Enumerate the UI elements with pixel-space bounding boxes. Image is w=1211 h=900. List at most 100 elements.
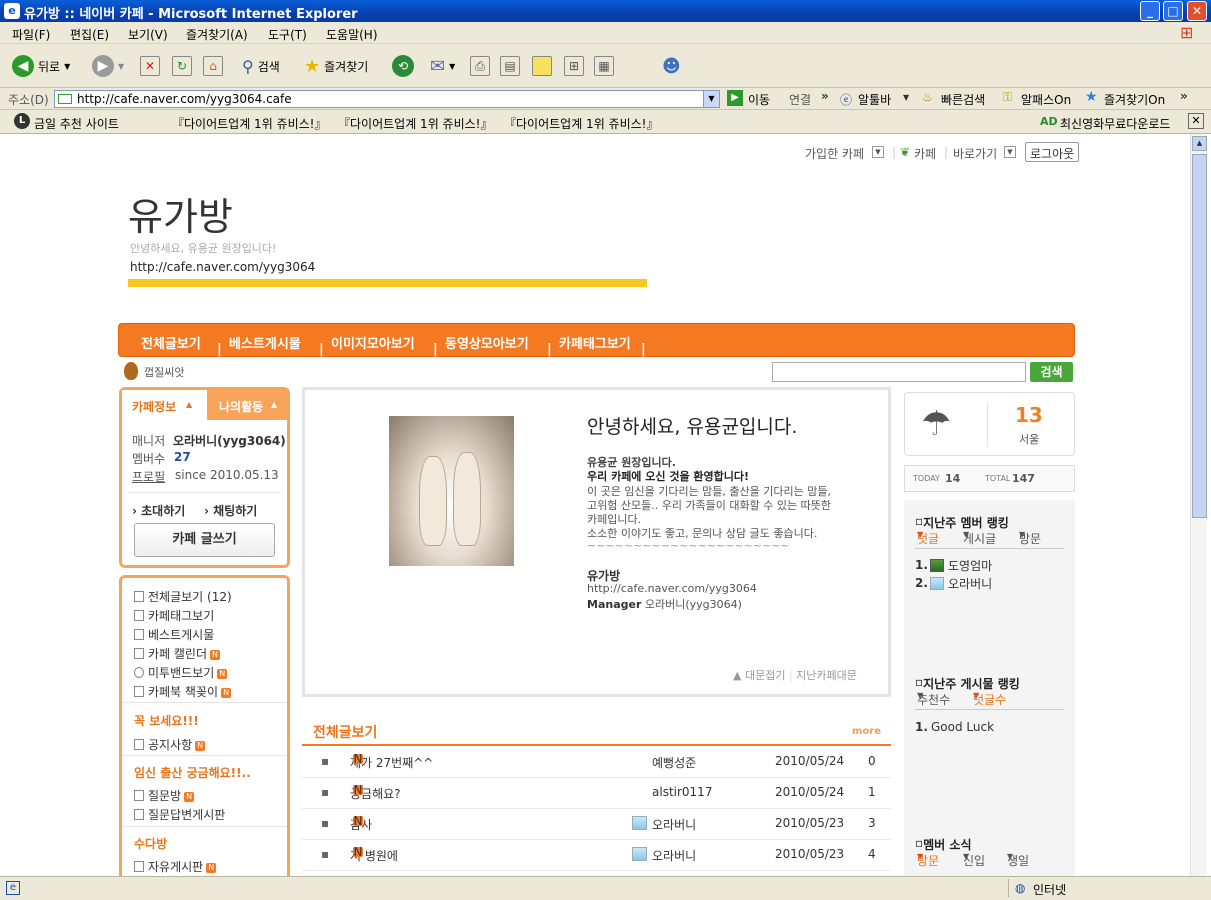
vertical-scrollbar[interactable]: ▲ xyxy=(1190,134,1207,876)
minimize-button[interactable]: _ xyxy=(1140,1,1160,21)
board-more-link[interactable]: more xyxy=(852,726,881,737)
tab-my-activity[interactable]: 나의활동 ▲ xyxy=(207,390,287,420)
menu-favorites[interactable]: 즐겨찾기(A) xyxy=(186,26,248,43)
ad-link-1[interactable]: 『다이어트업계 1위 쥬비스!』 xyxy=(172,115,326,132)
post-author[interactable]: alstir0117 xyxy=(652,785,712,799)
go-button[interactable]: 이동 xyxy=(748,91,770,108)
write-button[interactable]: 카페 글쓰기 xyxy=(134,523,275,557)
print-button[interactable]: ⎙ xyxy=(470,54,490,78)
research-button[interactable]: ▦ xyxy=(594,54,614,78)
links-label[interactable]: 연결 xyxy=(789,91,811,108)
forward-arrow-icon: ▶ xyxy=(92,55,114,77)
messenger-button[interactable]: ☻ xyxy=(662,54,681,78)
board-title[interactable]: 전체글보기 xyxy=(313,722,377,742)
quick-search-button[interactable]: 빠른검색 xyxy=(941,91,985,108)
ad-right-link[interactable]: 최신영화무료다운로드 xyxy=(1060,115,1170,132)
divider: | xyxy=(788,669,793,682)
logout-button[interactable]: 로그아웃 xyxy=(1025,142,1080,162)
nav-best[interactable]: 베스트게시물 xyxy=(229,333,301,352)
chevron-icon[interactable]: » xyxy=(821,89,829,103)
menu-tools[interactable]: 도구(T) xyxy=(268,26,307,43)
stop-button[interactable]: ✕ xyxy=(140,54,160,78)
cafe-url[interactable]: http://cafe.naver.com/yyg3064 xyxy=(130,260,315,274)
menu-link-question-room[interactable]: 질문방 N xyxy=(134,787,195,804)
fav-on-button[interactable]: 즐겨찾기On xyxy=(1104,91,1165,108)
menu-help[interactable]: 도움말(H) xyxy=(326,26,378,43)
past-intro-link[interactable]: 지난카페대문 xyxy=(796,669,857,682)
menu-link-qna[interactable]: 질문답변게시판 xyxy=(134,806,225,823)
menu-link-tags[interactable]: 카페태그보기 xyxy=(134,607,214,624)
menu-edit[interactable]: 편집(E) xyxy=(70,26,109,43)
menu-view[interactable]: 보기(V) xyxy=(128,26,168,43)
intro-cafe-url[interactable]: http://cafe.naver.com/yyg3064 xyxy=(587,582,757,595)
new-badge-icon: N xyxy=(217,669,228,679)
refresh-button[interactable]: ↻ xyxy=(172,54,192,78)
chat-link[interactable]: › 채팅하기 xyxy=(204,502,257,519)
profile-link[interactable]: 프로필 xyxy=(132,468,165,485)
new-badge-icon: N xyxy=(184,792,195,802)
close-button[interactable]: ✕ xyxy=(1187,1,1207,21)
mail-button[interactable]: ✉ ▼ xyxy=(430,54,455,78)
back-button[interactable]: ◀ 뒤로 ▼ xyxy=(12,54,70,78)
dropdown-icon[interactable]: ▼ xyxy=(872,146,884,158)
nav-images[interactable]: 이미지모아보기 xyxy=(331,333,415,352)
ad-link-2[interactable]: 『다이어트업계 1위 쥬비스!』 xyxy=(338,115,492,132)
cafe-search-button[interactable]: 검색 xyxy=(1030,362,1073,382)
ie-small-icon: ⓔ xyxy=(840,93,853,107)
alpass-button[interactable]: 알패스On xyxy=(1021,91,1071,108)
favorites-button[interactable]: ★ 즐겨찾기 xyxy=(304,54,368,78)
nav-tags[interactable]: 카페태그보기 xyxy=(559,333,631,352)
scroll-up-icon[interactable]: ▲ xyxy=(1192,136,1207,151)
close-icon[interactable]: ✕ xyxy=(1188,113,1204,129)
invite-link[interactable]: › 초대하기 xyxy=(132,502,185,519)
alttoolbar-button[interactable]: 알툴바 xyxy=(858,91,891,108)
ad-link-3[interactable]: 『다이어트업계 1위 쥬비스!』 xyxy=(504,115,658,132)
cafe-search-input[interactable] xyxy=(772,362,1026,382)
cafe-link[interactable]: 카페 xyxy=(914,145,936,162)
menu-link-metoo[interactable]: 미투밴드보기 N xyxy=(134,664,228,681)
menu-link-free-board[interactable]: 자유게시판 N xyxy=(134,858,217,875)
dropdown-icon[interactable]: ▼ xyxy=(1004,146,1016,158)
post-author[interactable]: 예뻥성준 xyxy=(652,754,696,771)
dropdown-icon[interactable]: ▼ xyxy=(903,93,909,102)
nav-all-posts[interactable]: 전체글보기 xyxy=(141,333,201,352)
joined-cafe-link[interactable]: 가입한 카페 xyxy=(805,145,864,162)
ranked-member[interactable]: 오라버니 xyxy=(948,575,992,592)
address-dropdown-icon[interactable]: ▼ xyxy=(703,91,719,107)
address-label: 주소(D) xyxy=(8,93,49,107)
shortcut-link[interactable]: 바로가기 xyxy=(953,145,997,162)
home-button[interactable]: ⌂ xyxy=(203,54,223,78)
manager-name[interactable]: 오라버니(yyg3064) xyxy=(173,432,286,449)
menu-file[interactable]: 파일(F) xyxy=(12,26,50,43)
menu-link-calendar[interactable]: 카페 캘린더 N xyxy=(134,645,221,662)
menu-link-best[interactable]: 베스트게시물 xyxy=(134,626,214,643)
notes-button[interactable] xyxy=(532,54,552,78)
collapse-link[interactable]: 대문접기 xyxy=(745,669,785,682)
forward-button[interactable]: ▶ ▼ xyxy=(92,54,124,78)
row-divider xyxy=(302,808,891,809)
address-input[interactable]: http://cafe.naver.com/yyg3064.cafe ▼ xyxy=(54,90,720,108)
menu-link-all[interactable]: 전체글보기 (12) xyxy=(134,588,232,605)
maximize-button[interactable]: □ xyxy=(1163,1,1183,21)
tab-cafe-info[interactable]: 카페정보 ▲ xyxy=(122,390,204,420)
chevron-icon[interactable]: » xyxy=(1180,89,1188,103)
post-author[interactable]: 오라버니 xyxy=(652,816,696,833)
ranked-member[interactable]: 도영엄마 xyxy=(948,557,992,574)
history-button[interactable]: ⟲ xyxy=(392,54,414,78)
recommend-sites[interactable]: 금일 추천 사이트 xyxy=(34,115,119,132)
ranked-post[interactable]: Good Luck xyxy=(931,720,994,734)
edit-button[interactable]: ▤ xyxy=(500,54,520,78)
layout-button[interactable]: ⊞ xyxy=(564,54,584,78)
menu-link-notice[interactable]: 공지사항 N xyxy=(134,736,206,753)
search-button[interactable]: ⚲ 검색 xyxy=(242,54,280,78)
members-count[interactable]: 27 xyxy=(174,450,191,464)
divider xyxy=(128,492,281,493)
scroll-thumb[interactable] xyxy=(1192,154,1207,518)
member-news-title: ▫ 멤버 소식 xyxy=(915,836,972,852)
post-view-count: 1 xyxy=(868,785,876,799)
since-date: since 2010.05.13 xyxy=(175,468,279,482)
intro-manager[interactable]: 오라버니(yyg3064) xyxy=(645,598,742,611)
menu-link-cafebook[interactable]: 카페북 책꽂이 N xyxy=(134,683,232,700)
nav-videos[interactable]: 동영상모아보기 xyxy=(445,333,529,352)
post-author[interactable]: 오라버니 xyxy=(652,847,696,864)
